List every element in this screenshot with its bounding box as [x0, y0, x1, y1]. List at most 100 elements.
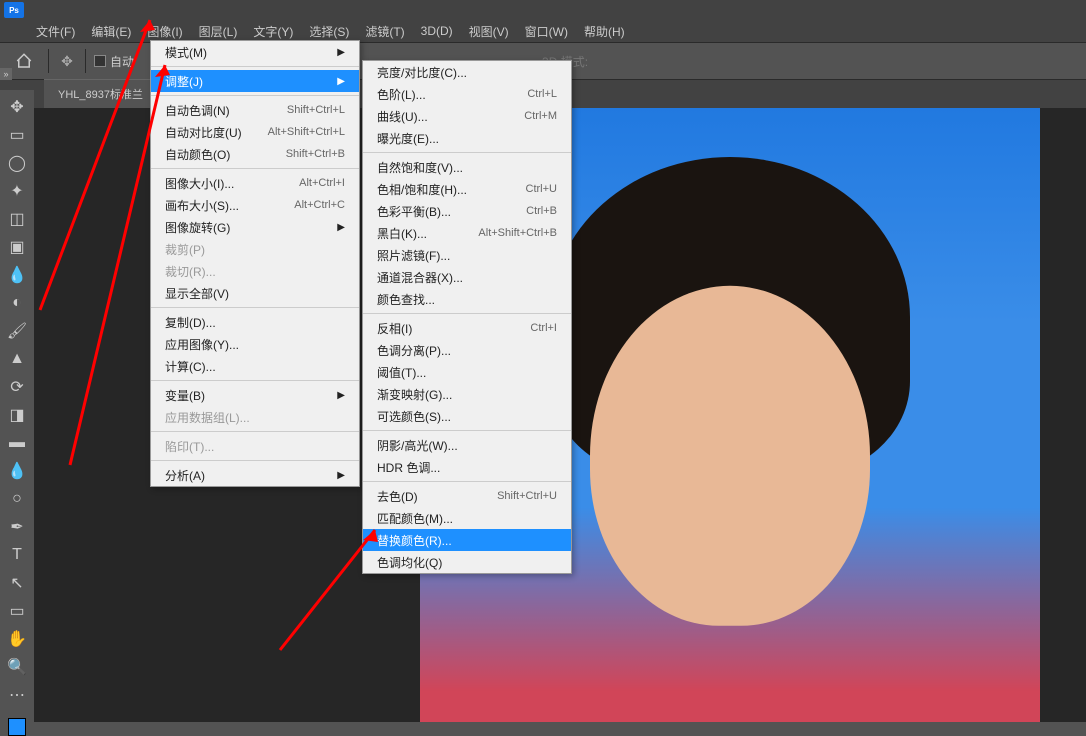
auto-select-checkbox[interactable]: 自动 — [94, 53, 134, 70]
adjustments-item[interactable]: 通道混合器(X)... — [363, 266, 571, 288]
menu-item-label: 应用数据组(L)... — [165, 409, 250, 426]
lasso-tool[interactable]: ◯ — [3, 150, 31, 176]
adjustments-item[interactable]: 匹配颜色(M)... — [363, 507, 571, 529]
image-menu-item[interactable]: 自动对比度(U) Alt+Shift+Ctrl+L — [151, 121, 359, 143]
image-menu-item[interactable]: 自动颜色(O)Shift+Ctrl+B — [151, 143, 359, 165]
gradient-tool[interactable]: ▬ — [3, 430, 31, 456]
menu-help[interactable]: 帮助(H) — [576, 20, 633, 43]
menu-item-label: 自然饱和度(V)... — [377, 159, 463, 176]
menu-item-label: 复制(D)... — [165, 314, 216, 331]
marquee-tool[interactable]: ▭ — [3, 122, 31, 148]
eyedropper-tool[interactable]: 💧 — [3, 262, 31, 288]
adjustments-item[interactable]: 曝光度(E)... — [363, 127, 571, 149]
image-menu-item: 陷印(T)... — [151, 435, 359, 457]
adjustments-item[interactable]: 去色(D)Shift+Ctrl+U — [363, 485, 571, 507]
menu-item-label: 反相(I) — [377, 320, 412, 337]
adjustments-item[interactable]: 色彩平衡(B)...Ctrl+B — [363, 200, 571, 222]
zoom-tool[interactable]: 🔍 — [3, 654, 31, 680]
menu-file[interactable]: 文件(F) — [28, 20, 83, 43]
menu-item-label: 颜色查找... — [377, 291, 435, 308]
move-tool-icon: ✥ — [57, 51, 77, 71]
color-swatches[interactable] — [8, 718, 26, 736]
menu-view[interactable]: 视图(V) — [461, 20, 517, 43]
foreground-color[interactable] — [8, 718, 26, 736]
menu-item-label: 模式(M) — [165, 44, 207, 61]
crop-tool[interactable]: ◫ — [3, 206, 31, 232]
image-menu-item[interactable]: 图像大小(I)...Alt+Ctrl+I — [151, 172, 359, 194]
image-menu-item[interactable]: 调整(J)▶ — [151, 70, 359, 92]
menu-shortcut: Shift+Ctrl+L — [287, 104, 345, 116]
brush-tool[interactable]: 🖌 — [3, 318, 31, 344]
menu-window[interactable]: 窗口(W) — [517, 20, 576, 43]
image-menu-item[interactable]: 变量(B)▶ — [151, 384, 359, 406]
image-menu-item[interactable]: 复制(D)... — [151, 311, 359, 333]
image-menu-item[interactable]: 画布大小(S)...Alt+Ctrl+C — [151, 194, 359, 216]
menu-item-label: 裁切(R)... — [165, 263, 216, 280]
menu-3d[interactable]: 3D(D) — [413, 21, 461, 41]
adjustments-item[interactable]: 反相(I)Ctrl+I — [363, 317, 571, 339]
frame-tool[interactable]: ▣ — [3, 234, 31, 260]
image-menu-item[interactable]: 图像旋转(G)▶ — [151, 216, 359, 238]
menu-item-label: 阈值(T)... — [377, 364, 426, 381]
pen-tool[interactable]: ✒ — [3, 514, 31, 540]
history-tool[interactable]: ⟳ — [3, 374, 31, 400]
adjustments-item[interactable]: 阈值(T)... — [363, 361, 571, 383]
menu-item-label: 色调均化(Q) — [377, 554, 442, 571]
image-menu-item[interactable]: 模式(M) ▶ — [151, 41, 359, 63]
submenu-arrow-icon: ▶ — [317, 470, 345, 481]
adjustments-item[interactable]: HDR 色调... — [363, 456, 571, 478]
move-tool[interactable]: ✥ — [3, 94, 31, 120]
menu-shortcut: Ctrl+U — [526, 183, 557, 195]
adjustments-item[interactable]: 替换颜色(R)... — [363, 529, 571, 551]
home-button[interactable] — [8, 47, 40, 75]
menu-shortcut: Alt+Ctrl+I — [299, 177, 345, 189]
menu-edit[interactable]: 编辑(E) — [83, 20, 139, 43]
menu-shortcut: Alt+Shift+Ctrl+L — [268, 126, 345, 138]
adjustments-item[interactable]: 色调均化(Q) — [363, 551, 571, 573]
adjustments-item[interactable]: 曲线(U)...Ctrl+M — [363, 105, 571, 127]
rectangle-tool[interactable]: ▭ — [3, 598, 31, 624]
file-tab-active[interactable]: YHL_8937标准兰 — [44, 79, 157, 108]
adjustments-item[interactable]: 渐变映射(G)... — [363, 383, 571, 405]
edit-toolbar[interactable]: ⋯ — [3, 682, 31, 708]
image-menu-item[interactable]: 计算(C)... — [151, 355, 359, 377]
menu-separator — [151, 431, 359, 432]
adjustments-item[interactable]: 色调分离(P)... — [363, 339, 571, 361]
image-menu-item[interactable]: 显示全部(V) — [151, 282, 359, 304]
adjustments-submenu: 亮度/对比度(C)...色阶(L)...Ctrl+L曲线(U)...Ctrl+M… — [362, 60, 572, 574]
hand-tool[interactable]: ✋ — [3, 626, 31, 652]
adjustments-item[interactable]: 色相/饱和度(H)...Ctrl+U — [363, 178, 571, 200]
dodge-tool[interactable]: ○ — [3, 486, 31, 512]
menu-shortcut: Alt+Shift+Ctrl+B — [478, 227, 557, 239]
menu-item-label: 裁剪(P) — [165, 241, 205, 258]
adjustments-item[interactable]: 色阶(L)...Ctrl+L — [363, 83, 571, 105]
adjustments-item[interactable]: 黑白(K)...Alt+Shift+Ctrl+B — [363, 222, 571, 244]
menu-shortcut: Shift+Ctrl+U — [497, 490, 557, 502]
wand-tool[interactable]: ✦ — [3, 178, 31, 204]
menu-item-label: 自动色调(N) — [165, 102, 230, 119]
image-menu-item[interactable]: 分析(A)▶ — [151, 464, 359, 486]
adjustments-item[interactable]: 可选颜色(S)... — [363, 405, 571, 427]
path-tool[interactable]: ↖ — [3, 570, 31, 596]
menu-filter[interactable]: 滤镜(T) — [357, 20, 412, 43]
checkbox-icon — [94, 55, 106, 67]
submenu-arrow-icon: ▶ — [317, 47, 345, 58]
menu-item-label: 可选颜色(S)... — [377, 408, 451, 425]
adjustments-item[interactable]: 亮度/对比度(C)... — [363, 61, 571, 83]
blur-tool[interactable]: 💧 — [3, 458, 31, 484]
divider — [85, 49, 86, 73]
adjustments-item[interactable]: 颜色查找... — [363, 288, 571, 310]
healing-tool[interactable]: ◐ — [3, 290, 31, 316]
menu-separator — [151, 460, 359, 461]
type-tool[interactable]: T — [3, 542, 31, 568]
menu-item-label: 自动对比度(U) — [165, 124, 242, 141]
adjustments-item[interactable]: 自然饱和度(V)... — [363, 156, 571, 178]
adjustments-item[interactable]: 阴影/高光(W)... — [363, 434, 571, 456]
adjustments-item[interactable]: 照片滤镜(F)... — [363, 244, 571, 266]
eraser-tool[interactable]: ◨ — [3, 402, 31, 428]
menubar: 文件(F) 编辑(E) 图像(I) 图层(L) 文字(Y) 选择(S) 滤镜(T… — [0, 20, 1086, 42]
stamp-tool[interactable]: ▲ — [3, 346, 31, 372]
panel-toggle[interactable]: » — [0, 68, 12, 80]
image-menu-item[interactable]: 自动色调(N) Shift+Ctrl+L — [151, 99, 359, 121]
image-menu-item[interactable]: 应用图像(Y)... — [151, 333, 359, 355]
